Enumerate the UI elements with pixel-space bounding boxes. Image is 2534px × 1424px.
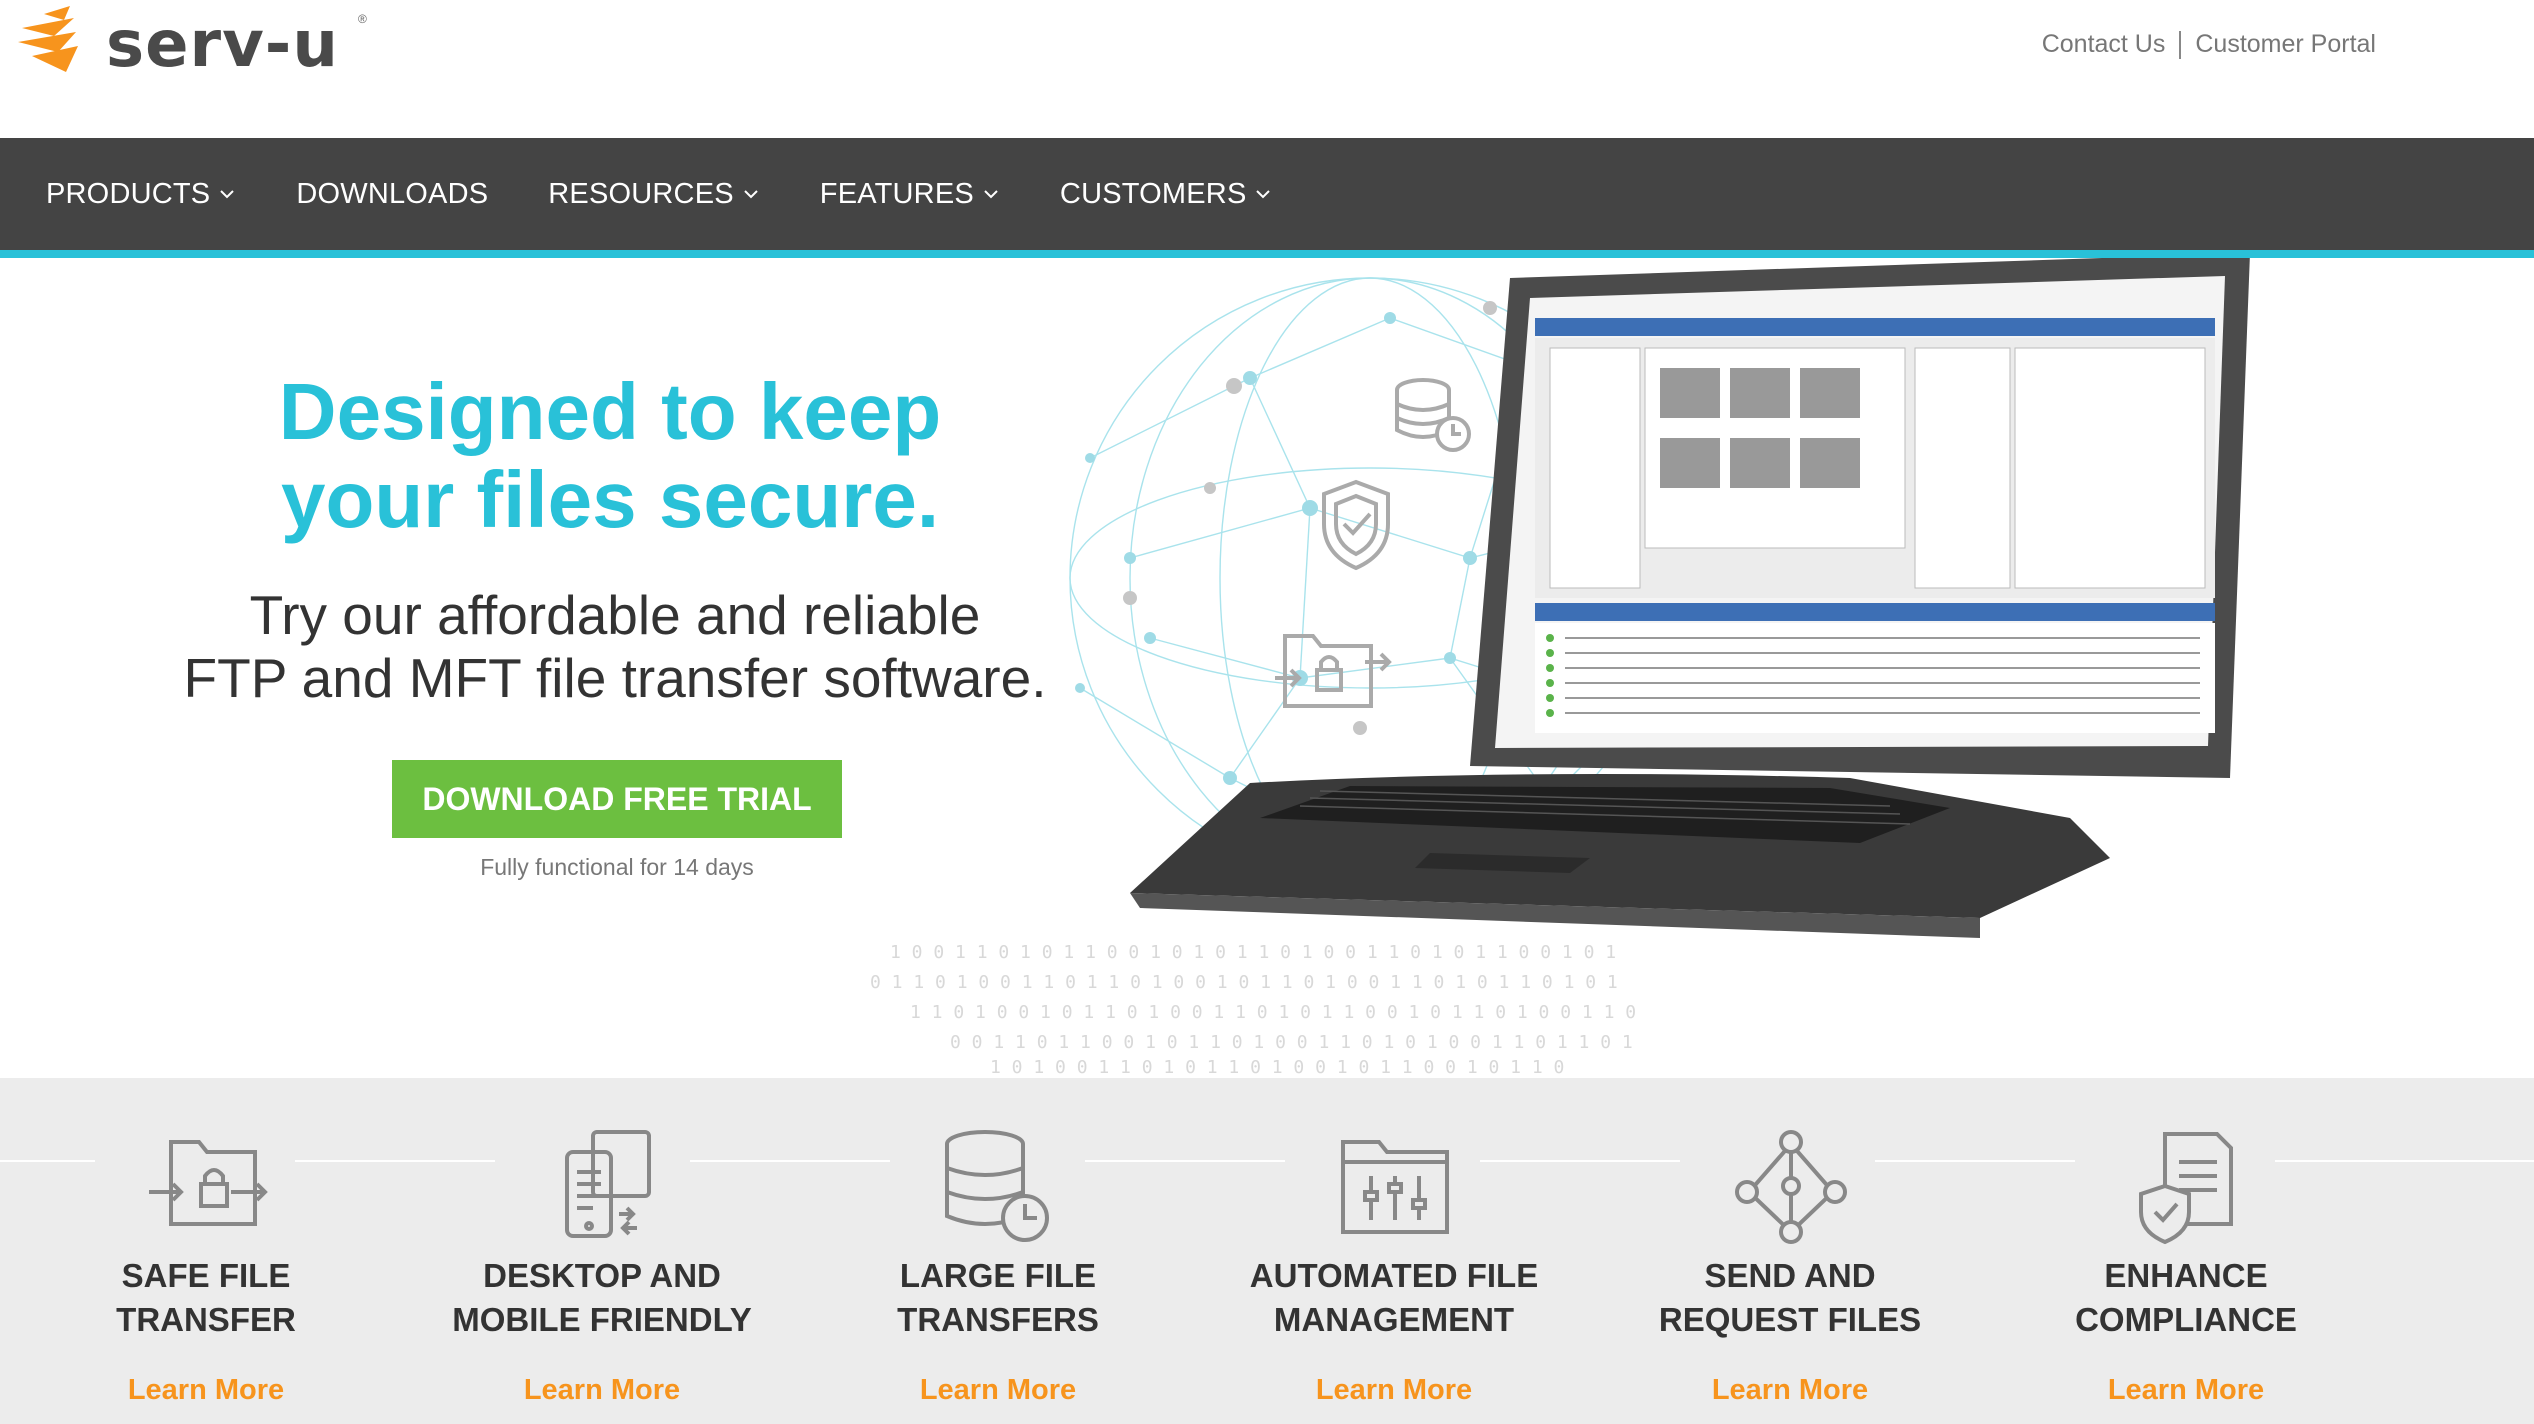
chevron-down-icon [220,190,235,199]
feature-title-line: MOBILE FRIENDLY [452,1301,752,1338]
download-free-trial-button[interactable]: DOWNLOAD FREE TRIAL [392,760,842,838]
chevron-down-icon [984,190,998,199]
feature-desktop-mobile: DESKTOP AND MOBILE FRIENDLY Learn More [412,1078,792,1424]
utility-links: Contact Us Customer Portal [2042,30,2376,59]
feature-large-file-transfers: LARGE FILE TRANSFERS Learn More [808,1078,1188,1424]
feature-title-line: COMPLIANCE [2075,1301,2297,1338]
folder-lock-transfer-icon [1275,634,1392,708]
nav-accent-bar [0,250,2534,258]
feature-title-line: DESKTOP AND [483,1257,721,1294]
database-clock-icon [1395,378,1471,452]
feature-safe-file-transfer: SAFE FILE TRANSFER Learn More [16,1078,396,1424]
nav-item-label: RESOURCES [548,177,734,210]
registered-mark: ® [358,12,367,26]
feature-title-line: REQUEST FILES [1658,1301,1922,1338]
feature-title-line: AUTOMATED FILE [1249,1257,1539,1294]
link-divider [2179,30,2182,59]
feature-automated-file-management: AUTOMATED FILE MANAGEMENT Learn More [1204,1078,1584,1424]
folder-lock-transfer-icon [149,1140,268,1226]
feature-title: SAFE FILE TRANSFER [16,1254,396,1342]
feature-title-line: TRANSFER [116,1301,296,1338]
features-section: SAFE FILE TRANSFER Learn More DESKTOP AN… [0,1078,2534,1424]
learn-more-link[interactable]: Learn More [1600,1374,1980,1407]
nav-item-label: FEATURES [819,177,974,210]
document-shield-icon [2139,1132,2233,1245]
chevron-down-icon [1256,190,1271,199]
svg-text:1 0 1 0 0 1 1 0 1 0 1 1 0 1 0: 1 0 1 0 0 1 1 0 1 0 1 1 0 1 0 0 1 0 1 1 … [990,1057,1564,1078]
svg-text:1 0 0 1 1 0 1 0 1 1 0 0 1 0 1: 1 0 0 1 1 0 1 0 1 1 0 0 1 0 1 0 1 1 0 1 … [890,942,1616,963]
laptop-illustration [1130,258,2250,938]
nav-item-customers[interactable]: CUSTOMERS [1060,178,1273,211]
shield-check-icon [1322,479,1390,571]
svg-text:1 1 0 1 0 0 1 0 1 1 0 1 0 0 1: 1 1 0 1 0 0 1 0 1 1 0 1 0 0 1 1 0 1 0 1 … [910,1002,1636,1023]
feature-title-line: SEND AND [1704,1257,1876,1294]
laptop-screen-app [1535,318,2215,733]
learn-more-link[interactable]: Learn More [1996,1374,2376,1407]
hero-illustration: 1 0 0 1 1 0 1 0 1 1 0 0 1 0 1 0 1 1 0 1 … [870,258,2250,1078]
learn-more-link[interactable]: Learn More [16,1374,396,1407]
feature-title-line: MANAGEMENT [1273,1301,1515,1338]
contact-us-link[interactable]: Contact Us [2042,30,2166,59]
feature-title-line: TRANSFERS [897,1301,1099,1338]
database-clock-icon [945,1130,1049,1242]
feature-title: LARGE FILE TRANSFERS [808,1254,1188,1342]
svg-text:0 0 1 1 0 1 1 0 0 1 0 1 1 0 1: 0 0 1 1 0 1 1 0 0 1 0 1 1 0 1 0 0 1 1 0 … [950,1032,1633,1053]
feature-send-request-files: SEND AND REQUEST FILES Learn More [1600,1078,1980,1424]
share-network-icon [1735,1130,1847,1244]
customer-portal-link[interactable]: Customer Portal [2195,30,2376,59]
learn-more-link[interactable]: Learn More [808,1374,1188,1407]
svg-text:0 1 1 0 1 0 0 1 1 0 1 1 0 1 0: 0 1 1 0 1 0 0 1 1 0 1 1 0 1 0 0 1 0 1 1 … [870,972,1618,993]
feature-enhance-compliance: ENHANCE COMPLIANCE Learn More [1996,1078,2376,1424]
nav-item-products[interactable]: PRODUCTS [46,178,236,211]
nav-item-label: DOWNLOADS [296,177,489,210]
feature-title: AUTOMATED FILE MANAGEMENT [1204,1254,1584,1342]
logo-wordmark: serv-u [106,8,339,82]
feature-title-line: LARGE FILE [899,1257,1097,1294]
top-bar: serv-u ® Contact Us Customer Portal [0,0,2534,138]
learn-more-link[interactable]: Learn More [412,1374,792,1407]
learn-more-link[interactable]: Learn More [1204,1374,1584,1407]
nav-item-features[interactable]: FEATURES [820,178,1000,211]
folder-sliders-icon [1341,1140,1449,1234]
devices-icon [565,1130,651,1238]
nav-item-downloads[interactable]: DOWNLOADS [296,178,488,211]
chevron-down-icon [744,190,758,199]
hero-section: Designed to keep your files secure. Try … [0,258,2534,1078]
feature-title: ENHANCE COMPLIANCE [1996,1254,2376,1342]
feature-title: SEND AND REQUEST FILES [1600,1254,1980,1342]
nav-item-label: CUSTOMERS [1059,177,1247,210]
servu-logo[interactable]: serv-u ® [14,6,374,90]
logo-flame-icon [18,6,78,72]
trial-note: Fully functional for 14 days [480,854,754,880]
feature-title: DESKTOP AND MOBILE FRIENDLY [412,1254,792,1342]
nav-item-resources[interactable]: RESOURCES [548,178,760,211]
main-nav: PRODUCTS DOWNLOADS RESOURCES FEATURES CU… [0,138,2534,250]
feature-title-line: ENHANCE [2104,1257,2268,1294]
binary-pattern: 1 0 0 1 1 0 1 0 1 1 0 0 1 0 1 0 1 1 0 1 … [870,942,1636,1078]
nav-item-label: PRODUCTS [46,177,211,210]
feature-title-line: SAFE FILE [121,1257,291,1294]
